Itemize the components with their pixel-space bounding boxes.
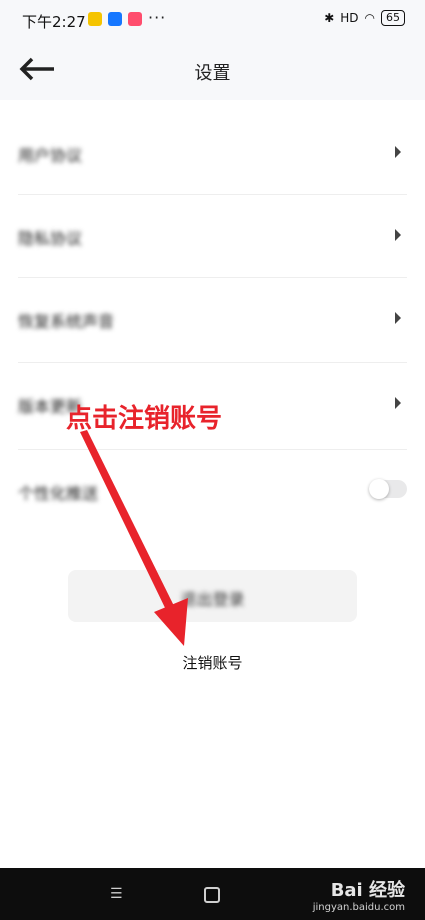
app-notification-icon — [88, 12, 102, 26]
chevron-right-icon — [395, 229, 401, 241]
settings-item-privacy[interactable]: 隐私协议 — [18, 195, 407, 278]
home-icon[interactable] — [204, 887, 220, 903]
logout-label: 退出登录 — [180, 590, 245, 609]
settings-item-sound[interactable]: 恢复系统声音 — [18, 278, 407, 363]
settings-item-label: 用户协议 — [18, 146, 83, 165]
more-notifications-icon: ··· — [148, 8, 167, 27]
logout-button[interactable]: 退出登录 — [68, 570, 357, 622]
zhihu-icon — [108, 12, 122, 26]
settings-item-user-agreement[interactable]: 用户协议 — [18, 112, 407, 195]
chevron-right-icon — [395, 397, 401, 409]
wifi-icon: ◠ — [364, 11, 375, 25]
bluetooth-icon: ✱ — [324, 11, 335, 25]
toggle-knob — [369, 479, 389, 499]
settings-list: 用户协议 隐私协议 恢复系统声音 版本更新 个性化推送 — [0, 112, 425, 532]
watermark-brand: Bai 经验 — [330, 880, 405, 901]
menu-icon[interactable]: ☰ — [110, 886, 123, 902]
chevron-right-icon — [395, 312, 401, 324]
watermark-site: jingyan.baidu.com — [312, 902, 405, 913]
signal-icon: HD — [340, 11, 359, 25]
cancel-account-link[interactable]: 注销账号 — [0, 652, 425, 673]
status-bar: 下午2:27 ··· ✱ HD ◠ 65 — [0, 0, 425, 40]
status-time: 下午2:27 — [22, 13, 86, 31]
chevron-right-icon — [395, 146, 401, 158]
app-notification-icon-2 — [128, 12, 142, 26]
battery-icon: 65 — [381, 10, 405, 26]
settings-item-label: 隐私协议 — [18, 229, 83, 248]
annotation-text: 点击注销账号 — [66, 404, 223, 434]
settings-item-label: 恢复系统声音 — [18, 312, 115, 331]
push-toggle[interactable] — [369, 479, 407, 499]
watermark-logo: Bai 经验 jingyan.baidu.com — [313, 876, 405, 913]
settings-item-label: 个性化推送 — [18, 484, 99, 503]
page-title: 设置 — [194, 63, 231, 84]
header: 设置 — [0, 40, 425, 100]
status-indicators: ✱ HD ◠ 65 — [324, 10, 405, 26]
settings-item-push: 个性化推送 — [18, 450, 407, 532]
system-nav-bar: ☰ Bai 经验 jingyan.baidu.com — [0, 868, 425, 920]
